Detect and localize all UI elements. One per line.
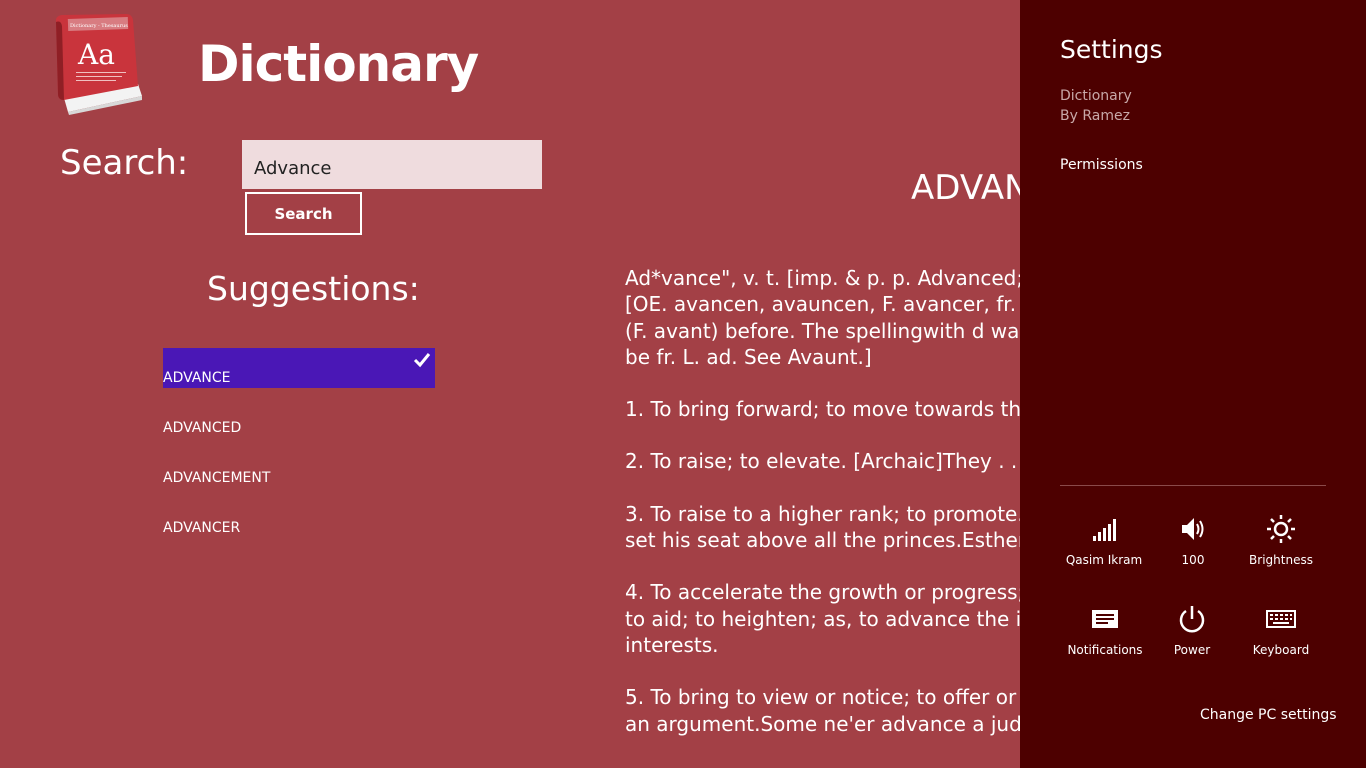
settings-divider bbox=[1060, 485, 1326, 486]
volume-tile[interactable]: 100 bbox=[1148, 514, 1238, 580]
sense-5-paragraph: 5. To bring to view or notice; to offer … bbox=[625, 684, 1020, 737]
sense-1-paragraph: 1. To bring forward; to move towards the… bbox=[625, 396, 1020, 422]
settings-title: Settings bbox=[1060, 35, 1163, 64]
definition-line: 3. To raise to a higher rank; to promote… bbox=[625, 501, 1020, 526]
notifications-tile[interactable]: Notifications bbox=[1060, 604, 1150, 670]
sense-3-paragraph: 3. To raise to a higher rank; to promote… bbox=[625, 501, 1020, 554]
definition-line: 5. To bring to view or notice; to offer … bbox=[625, 685, 1020, 710]
change-pc-settings-link[interactable]: Change PC settings bbox=[1200, 705, 1337, 725]
suggestion-item-advance[interactable]: ADVANCE bbox=[163, 348, 435, 388]
definition-text: Ad*vance", v. t. [imp. & p. p. Advanced;… bbox=[625, 265, 1020, 763]
etymology-paragraph: Ad*vance", v. t. [imp. & p. p. Advanced;… bbox=[625, 265, 1020, 370]
brightness-tile[interactable]: Brightness bbox=[1236, 514, 1326, 580]
definition-line: 2. To raise; to elevate. [Archaic]They .… bbox=[625, 449, 1020, 474]
suggestion-label: ADVANCE bbox=[163, 370, 231, 386]
suggestion-label: ADVANCED bbox=[163, 420, 242, 436]
definition-line: (F. avant) before. The spellingwith d wa… bbox=[625, 318, 1020, 343]
definition-line: Ad*vance", v. t. [imp. & p. p. Advanced;… bbox=[625, 266, 1020, 290]
notification-icon bbox=[1092, 610, 1118, 628]
definition-line: [OE. avancen, avauncen, F. avancer, fr. … bbox=[625, 292, 1020, 317]
app-name: Dictionary bbox=[1060, 88, 1132, 104]
check-icon bbox=[413, 353, 431, 368]
sun-icon bbox=[1267, 515, 1295, 543]
search-input[interactable] bbox=[242, 140, 542, 189]
suggestions-heading: Suggestions: bbox=[207, 269, 420, 308]
speaker-icon bbox=[1182, 518, 1204, 540]
search-label: Search: bbox=[60, 143, 189, 183]
settings-pane: Settings Dictionary By Ramez Permissions… bbox=[1020, 0, 1366, 768]
app-title: Dictionary bbox=[198, 35, 479, 93]
tile-label: Keyboard bbox=[1252, 643, 1310, 657]
book-icon: Dictionary - Thesaurus Aa bbox=[55, 14, 142, 115]
keyboard-tile[interactable]: Keyboard bbox=[1236, 604, 1326, 670]
tile-label: Qasim Ikram bbox=[1065, 553, 1143, 567]
app-info: Dictionary By Ramez bbox=[1060, 86, 1132, 126]
tile-label: Power bbox=[1173, 643, 1211, 657]
definition-line: an argument.Some ne'er advance a judgmen… bbox=[625, 711, 1020, 736]
suggestion-item-advanced[interactable]: ADVANCED bbox=[163, 398, 435, 438]
signal-bars-icon bbox=[1093, 519, 1116, 541]
definition-line: 4. To accelerate the growth or progress;… bbox=[625, 580, 1020, 605]
logo-cover-text: Dictionary - Thesaurus bbox=[70, 23, 128, 29]
definition-line: set his seat above all the princes.Esthe… bbox=[625, 528, 1020, 553]
tile-label: Brightness bbox=[1249, 553, 1313, 567]
tile-label: 100 bbox=[1181, 553, 1205, 567]
network-tile[interactable]: Qasim Ikram bbox=[1059, 514, 1149, 580]
sense-4-paragraph: 4. To accelerate the growth or progress;… bbox=[625, 579, 1020, 658]
app-publisher: By Ramez bbox=[1060, 108, 1130, 124]
tile-label: Notifications bbox=[1067, 643, 1143, 657]
definition-line: be fr. L. ad. See Avaunt.] bbox=[625, 344, 872, 369]
definition-line: 1. To bring forward; to move towards the… bbox=[625, 397, 1020, 422]
logo-letters: Aa bbox=[77, 38, 115, 71]
sense-2-paragraph: 2. To raise; to elevate. [Archaic]They .… bbox=[625, 448, 1020, 474]
definition-line: interests. bbox=[625, 632, 719, 657]
keyboard-icon bbox=[1266, 610, 1296, 628]
suggestion-label: ADVANCEMENT bbox=[163, 470, 271, 486]
suggestion-label: ADVANCER bbox=[163, 520, 241, 536]
permissions-link[interactable]: Permissions bbox=[1060, 155, 1143, 175]
suggestion-item-advancement[interactable]: ADVANCEMENT bbox=[163, 448, 435, 488]
search-button[interactable]: Search bbox=[245, 192, 362, 235]
suggestion-list: ADVANCE ADVANCED ADVANCEMENT ADVANCER bbox=[163, 348, 435, 548]
power-tile[interactable]: Power bbox=[1147, 604, 1237, 670]
suggestion-item-advancer[interactable]: ADVANCER bbox=[163, 498, 435, 538]
power-icon bbox=[1179, 606, 1205, 633]
definition-line: to aid; to heighten; as, to advance the … bbox=[625, 606, 1020, 631]
